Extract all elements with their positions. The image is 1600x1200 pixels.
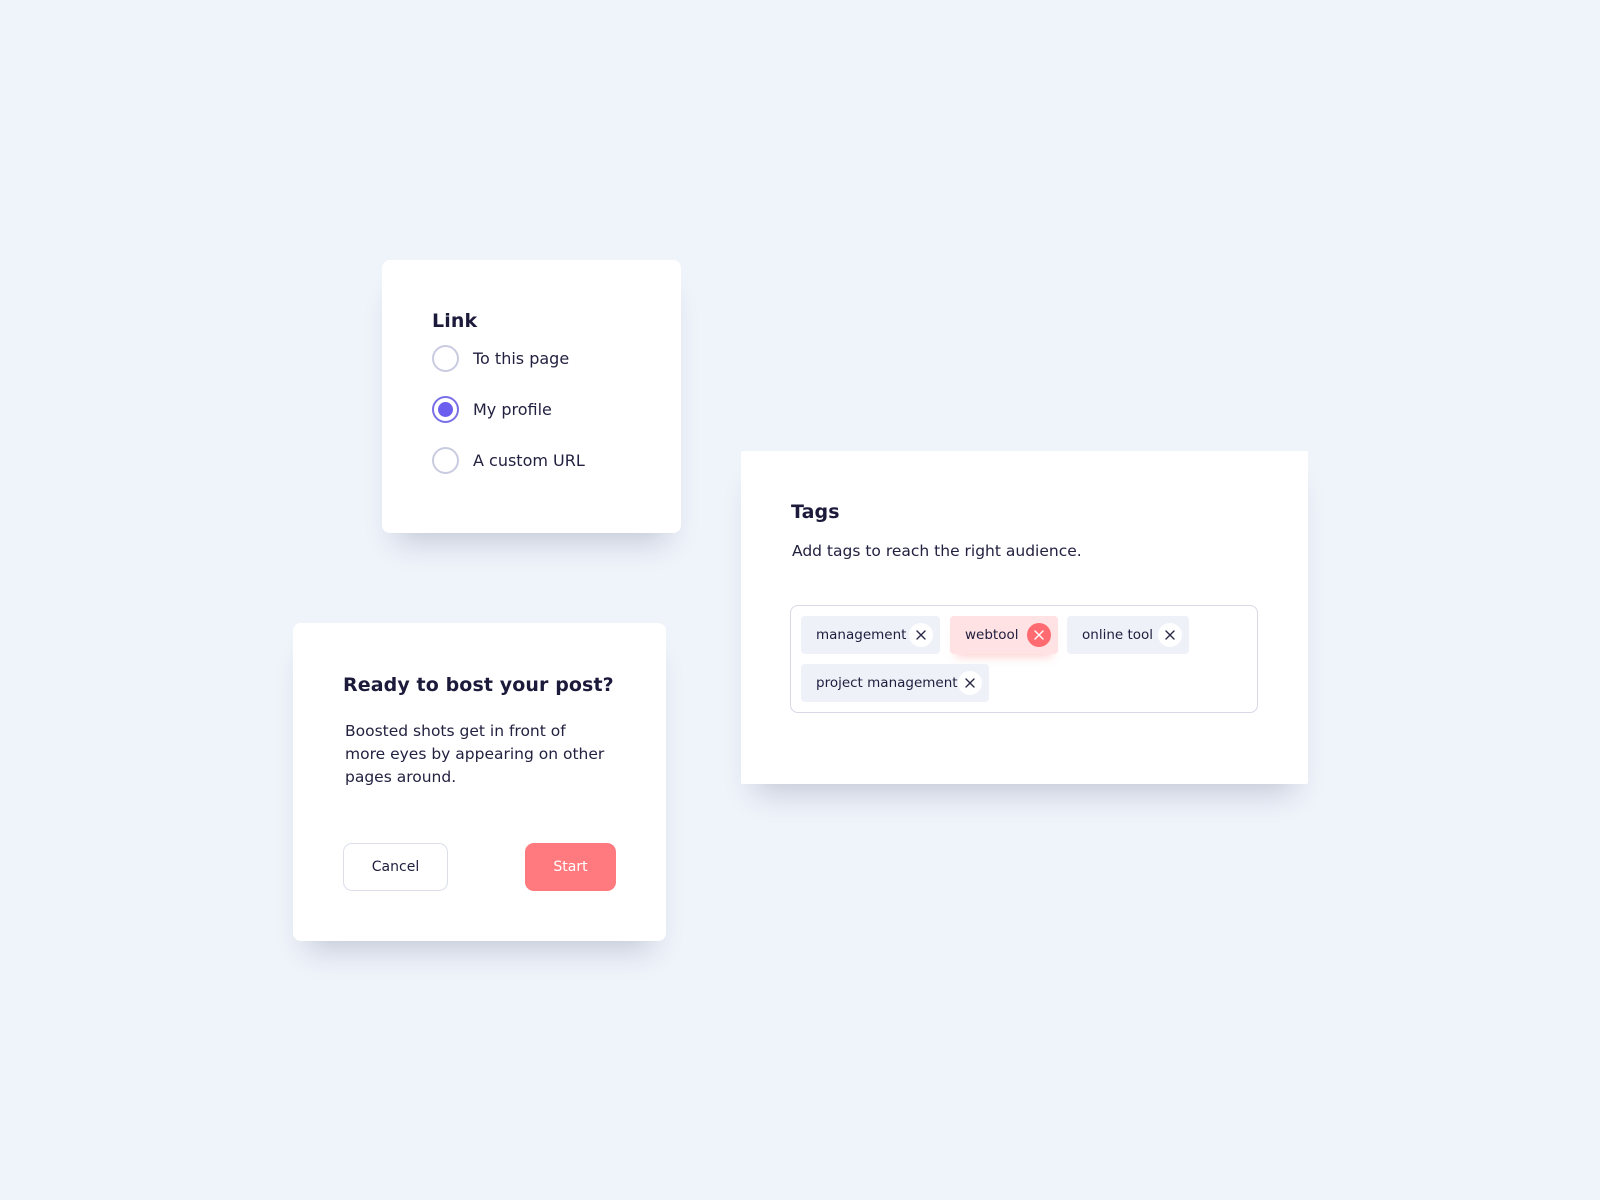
radio-button[interactable] (432, 446, 459, 474)
close-icon[interactable] (958, 671, 982, 695)
radio-label: My profile (473, 399, 552, 419)
tag-chip: management (801, 616, 940, 654)
close-icon[interactable] (1158, 623, 1182, 647)
tag-chip: project management (801, 664, 989, 702)
radio-option-to-this-page[interactable]: To this page (432, 344, 681, 372)
radio-button[interactable] (432, 344, 459, 372)
boost-description: Boosted shots get in front of more eyes … (345, 722, 605, 786)
close-icon[interactable] (909, 623, 933, 647)
tag-chip: online tool (1067, 616, 1189, 654)
link-card-title: Link (432, 310, 478, 332)
radio-label: A custom URL (473, 450, 585, 470)
radio-label: To this page (473, 348, 570, 368)
tags-input[interactable]: management webtool online tool project m… (790, 605, 1258, 713)
tags-card: Tags Add tags to reach the right audienc… (741, 451, 1308, 784)
boost-actions: Cancel Start (343, 843, 616, 891)
link-options: To this page My profile A custom URL (432, 344, 681, 474)
radio-option-my-profile[interactable]: My profile (432, 395, 681, 423)
radio-option-custom-url[interactable]: A custom URL (432, 446, 681, 474)
tag-label: project management (816, 675, 958, 691)
tags-card-title: Tags (791, 501, 840, 523)
radio-dot (438, 401, 453, 417)
tag-label: online tool (1082, 627, 1154, 643)
tag-label: webtool (965, 627, 1019, 643)
link-card: Link To this page My profile A custom UR… (382, 260, 681, 533)
boost-card: Ready to bost your post? Boosted shots g… (293, 623, 666, 941)
cancel-button[interactable]: Cancel (343, 843, 448, 891)
tag-chip-active: webtool (950, 616, 1058, 654)
tag-label: management (816, 627, 907, 643)
boost-card-title: Ready to bost your post? (343, 674, 614, 696)
close-icon[interactable] (1027, 623, 1051, 647)
tags-description: Add tags to reach the right audience. (792, 542, 1082, 560)
start-button[interactable]: Start (525, 843, 616, 891)
radio-button[interactable] (432, 395, 459, 423)
